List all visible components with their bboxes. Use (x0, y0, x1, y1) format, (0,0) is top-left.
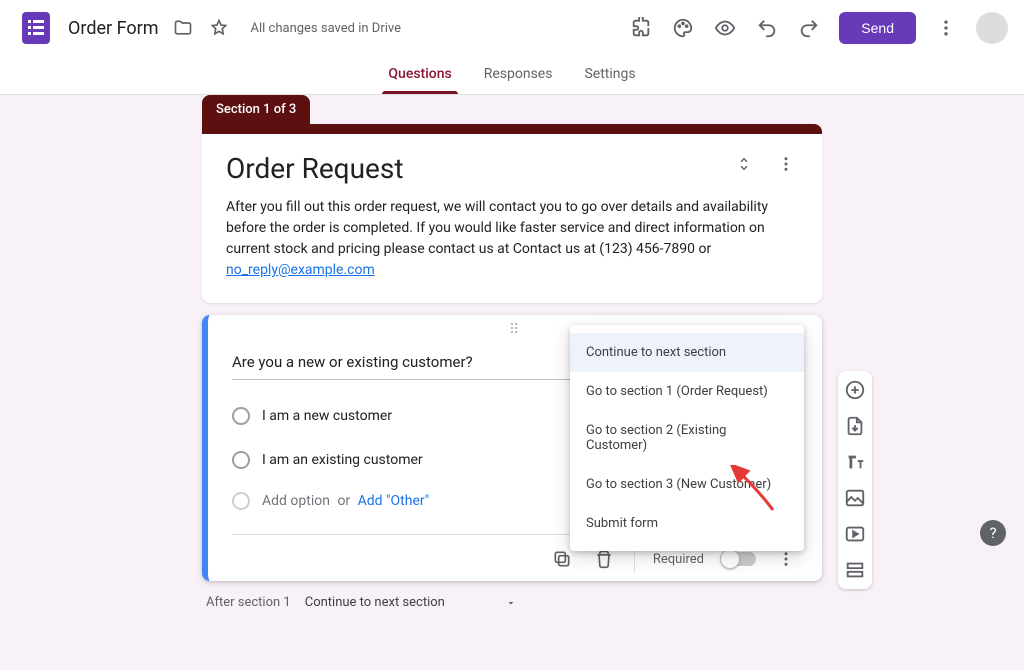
side-toolbar (838, 371, 872, 589)
section-badge: Section 1 of 3 (202, 95, 310, 124)
section-title[interactable]: Order Request (226, 152, 732, 185)
dropdown-item[interactable]: Go to section 3 (New Customer) (570, 465, 804, 504)
add-image-icon[interactable] (844, 487, 866, 509)
add-section-icon[interactable] (844, 559, 866, 581)
tab-responses[interactable]: Responses (482, 56, 555, 94)
import-questions-icon[interactable] (844, 415, 866, 437)
more-icon[interactable] (934, 16, 958, 40)
question-text[interactable]: Are you a new or existing customer? (232, 343, 572, 380)
dropdown-item[interactable]: Continue to next section (570, 333, 804, 372)
forms-logo-icon[interactable] (16, 8, 56, 48)
send-button[interactable]: Send (839, 12, 916, 44)
section-desc-link[interactable]: no_reply@example.com (226, 262, 375, 278)
tab-settings[interactable]: Settings (582, 56, 637, 94)
dropdown-item[interactable]: Go to section 1 (Order Request) (570, 372, 804, 411)
add-title-icon[interactable] (844, 451, 866, 473)
palette-icon[interactable] (671, 16, 695, 40)
undo-icon[interactable] (755, 16, 779, 40)
question-card: ⠿ Are you a new or existing customer? I … (202, 315, 822, 581)
dropdown-item[interactable]: Go to section 2 (Existing Customer) (570, 411, 804, 465)
goto-dropdown: Continue to next section Go to section 1… (570, 325, 804, 551)
section-more-icon[interactable] (774, 152, 798, 176)
dropdown-item[interactable]: Submit form (570, 504, 804, 543)
after-section-value: Continue to next section (305, 595, 445, 610)
duplicate-icon[interactable] (550, 547, 574, 571)
folder-icon[interactable] (171, 16, 195, 40)
star-icon[interactable] (207, 16, 231, 40)
preview-icon[interactable] (713, 16, 737, 40)
tabs: Questions Responses Settings (0, 56, 1024, 95)
radio-icon (232, 451, 250, 469)
add-question-icon[interactable] (844, 379, 866, 401)
section-description[interactable]: After you fill out this order request, w… (226, 197, 798, 281)
add-video-icon[interactable] (844, 523, 866, 545)
option-label[interactable]: I am a new customer (262, 408, 558, 424)
radio-icon (232, 492, 250, 510)
required-label: Required (653, 552, 704, 567)
save-status: All changes saved in Drive (251, 21, 402, 36)
add-other[interactable]: Add "Other" (358, 493, 430, 509)
after-section-select[interactable]: Continue to next section (305, 595, 517, 610)
option-label[interactable]: I am an existing customer (262, 452, 562, 468)
header-actions: Send (629, 12, 1008, 44)
chevron-down-icon (505, 597, 517, 609)
avatar[interactable] (976, 12, 1008, 44)
redo-icon[interactable] (797, 16, 821, 40)
help-icon[interactable]: ? (980, 520, 1006, 546)
form-title[interactable]: Order Form (68, 18, 159, 39)
header: Order Form All changes saved in Drive Se… (0, 0, 1024, 56)
addons-icon[interactable] (629, 16, 653, 40)
or-text: or (337, 493, 350, 509)
add-option[interactable]: Add option (262, 493, 330, 509)
tab-questions[interactable]: Questions (386, 56, 453, 94)
section-desc-text: After you fill out this order request, w… (226, 199, 768, 257)
collapse-icon[interactable] (732, 152, 756, 176)
after-section-row: After section 1 Continue to next section (202, 595, 822, 610)
after-section-label: After section 1 (206, 595, 291, 610)
radio-icon (232, 407, 250, 425)
section-header-card: Order Request After you fill out this or… (202, 124, 822, 303)
